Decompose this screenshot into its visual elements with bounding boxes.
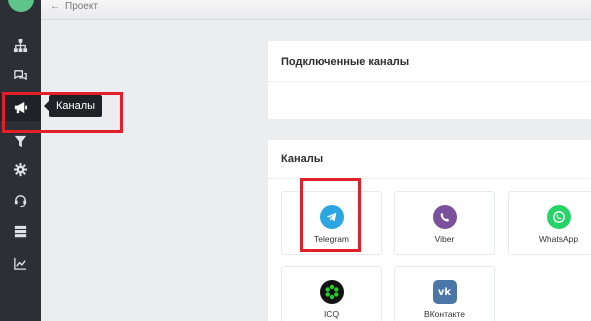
highlight-box-channels-menu bbox=[2, 92, 123, 133]
gear-icon bbox=[13, 162, 28, 176]
chat-icon bbox=[14, 69, 27, 80]
channel-card-viber[interactable]: Viber bbox=[394, 191, 495, 255]
icq-flower-icon bbox=[319, 280, 344, 304]
highlight-box-telegram bbox=[300, 178, 361, 252]
sidebar-item-analytics[interactable] bbox=[0, 249, 41, 277]
chart-icon bbox=[14, 257, 27, 270]
sidebar bbox=[0, 0, 41, 321]
logo[interactable] bbox=[8, 0, 34, 12]
breadcrumb[interactable]: ← Проект bbox=[50, 1, 98, 12]
channel-card-vkontakte[interactable]: vk ВКонтакте bbox=[394, 266, 495, 321]
channel-card-icq[interactable]: ICQ bbox=[281, 266, 382, 321]
divider bbox=[268, 81, 591, 82]
channel-label: ICQ bbox=[323, 309, 340, 319]
channel-label: Viber bbox=[434, 234, 455, 244]
connected-channels-panel: Подключенные каналы bbox=[268, 41, 591, 119]
connected-channels-title: Подключенные каналы bbox=[281, 56, 410, 68]
whatsapp-icon bbox=[546, 205, 571, 229]
filter-icon bbox=[14, 135, 27, 147]
sidebar-item-chats[interactable] bbox=[0, 61, 41, 89]
hierarchy-icon bbox=[13, 38, 28, 52]
back-arrow-icon[interactable]: ← bbox=[50, 1, 60, 12]
sidebar-item-database[interactable] bbox=[0, 217, 41, 245]
top-bar: ← Проект bbox=[41, 0, 591, 20]
database-icon bbox=[14, 225, 27, 237]
sidebar-item-support[interactable] bbox=[0, 186, 41, 214]
channel-card-whatsapp[interactable]: WhatsApp bbox=[508, 191, 591, 255]
sidebar-item-structure[interactable] bbox=[0, 31, 41, 59]
sidebar-item-settings[interactable] bbox=[0, 155, 41, 183]
channels-title: Каналы bbox=[281, 153, 324, 165]
vk-icon: vk bbox=[432, 280, 457, 304]
channel-label: WhatsApp bbox=[538, 234, 579, 244]
viber-icon bbox=[432, 205, 457, 229]
breadcrumb-label[interactable]: Проект bbox=[65, 1, 98, 12]
channel-label: ВКонтакте bbox=[424, 309, 465, 319]
headset-icon bbox=[14, 194, 27, 207]
